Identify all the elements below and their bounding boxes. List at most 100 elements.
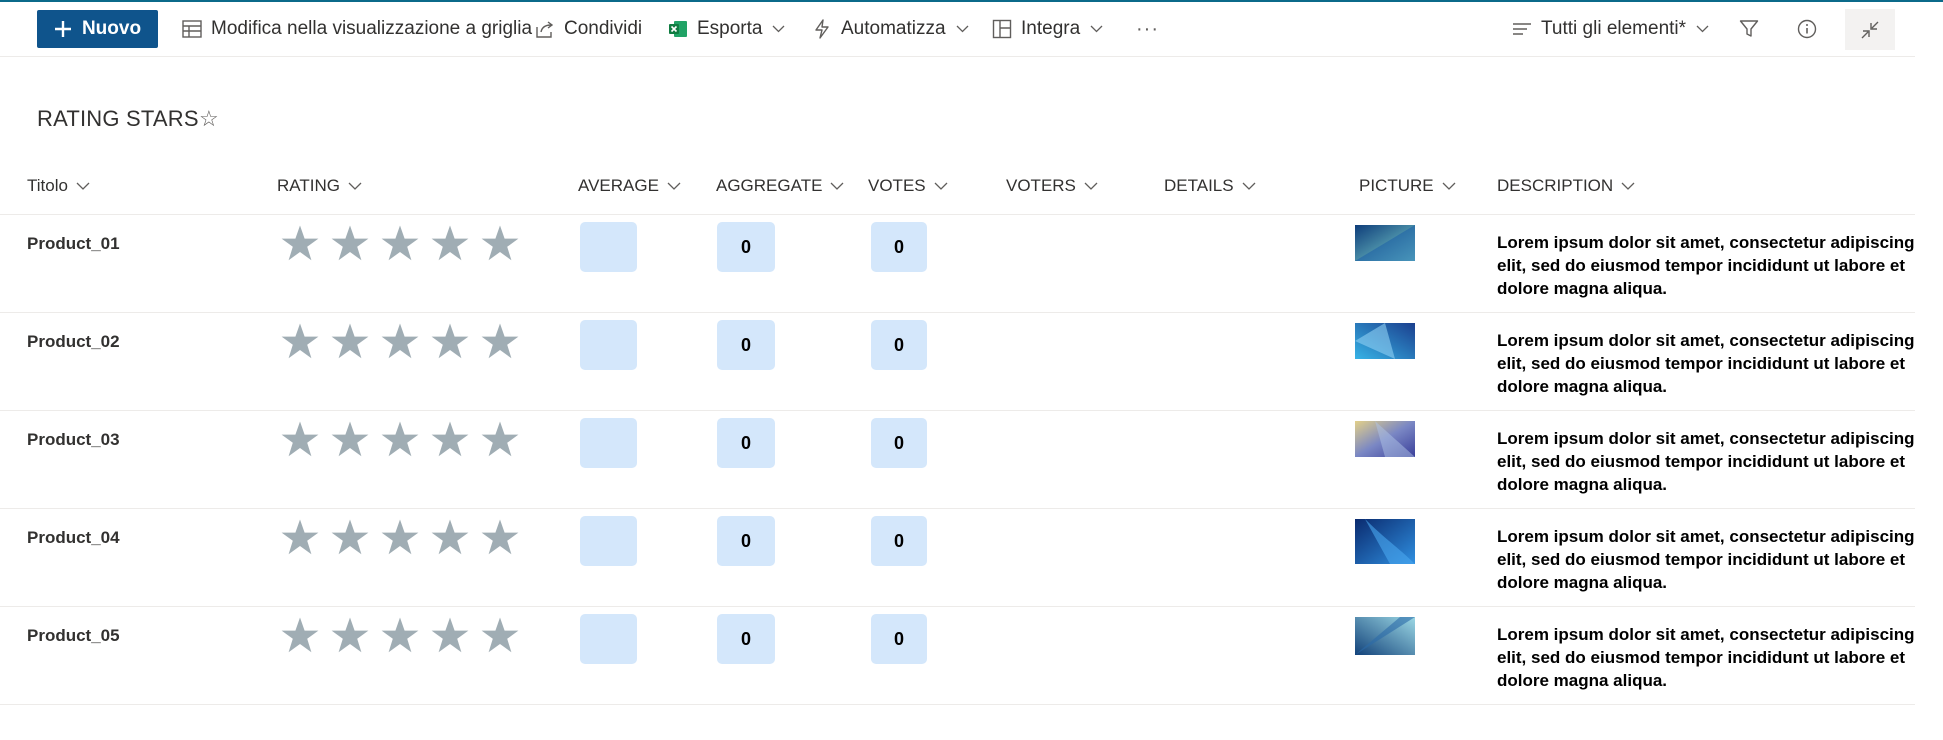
share-button[interactable]: Condividi bbox=[535, 2, 642, 56]
page-title: RATING STARS bbox=[37, 106, 199, 131]
column-header-rating[interactable]: RATING bbox=[277, 176, 362, 196]
rating-star[interactable] bbox=[475, 318, 525, 364]
star-icon bbox=[381, 421, 419, 457]
automate-button[interactable]: Automatizza bbox=[812, 2, 969, 56]
grid-icon bbox=[182, 20, 202, 38]
star-icon bbox=[481, 519, 519, 555]
info-button[interactable] bbox=[1797, 2, 1817, 56]
rating-stars[interactable] bbox=[275, 514, 525, 560]
rating-star[interactable] bbox=[425, 514, 475, 560]
rating-star[interactable] bbox=[275, 514, 325, 560]
rating-star[interactable] bbox=[325, 220, 375, 266]
row-description: Lorem ipsum dolor sit amet, consectetur … bbox=[1497, 527, 1915, 592]
column-header-label: PICTURE bbox=[1359, 176, 1434, 195]
rating-star[interactable] bbox=[375, 416, 425, 462]
column-header-voters[interactable]: VOTERS bbox=[1006, 176, 1098, 196]
export-button[interactable]: Esporta bbox=[668, 2, 785, 56]
rating-star[interactable] bbox=[425, 416, 475, 462]
rating-stars[interactable] bbox=[275, 416, 525, 462]
picture-thumbnail[interactable] bbox=[1355, 421, 1415, 457]
table-row[interactable]: Product_05 0 0 Lorem ipsum dolor sit amet, … bbox=[0, 607, 1915, 705]
rating-star[interactable] bbox=[475, 612, 525, 658]
chevron-down-icon bbox=[1442, 182, 1456, 190]
row-title[interactable]: Product_01 bbox=[27, 234, 120, 254]
rating-stars[interactable] bbox=[275, 220, 525, 266]
column-header-average[interactable]: AVERAGE bbox=[578, 176, 681, 196]
favorite-star-icon[interactable]: ☆ bbox=[199, 106, 219, 132]
aggregate-value: 0 bbox=[717, 516, 775, 566]
rating-star[interactable] bbox=[425, 220, 475, 266]
rating-star[interactable] bbox=[275, 220, 325, 266]
picture-thumbnail[interactable] bbox=[1355, 519, 1415, 564]
average-value bbox=[580, 222, 637, 272]
chevron-down-icon bbox=[773, 25, 785, 33]
star-icon bbox=[481, 421, 519, 457]
rating-star[interactable] bbox=[325, 416, 375, 462]
rating-star[interactable] bbox=[375, 318, 425, 364]
integrate-button[interactable]: Integra bbox=[992, 2, 1103, 56]
chevron-down-icon bbox=[348, 182, 362, 190]
rating-star[interactable] bbox=[475, 220, 525, 266]
picture-thumbnail[interactable] bbox=[1355, 225, 1415, 261]
add-icon bbox=[54, 21, 71, 37]
table-row[interactable]: Product_04 0 0 Lorem ipsum dolor sit amet, … bbox=[0, 509, 1915, 607]
rating-star[interactable] bbox=[425, 612, 475, 658]
rating-star[interactable] bbox=[475, 416, 525, 462]
more-icon[interactable]: ··· bbox=[1136, 2, 1159, 56]
table-row[interactable]: Product_03 0 0 Lorem ipsum dolor sit amet, … bbox=[0, 411, 1915, 509]
picture-thumbnail[interactable] bbox=[1355, 617, 1415, 655]
column-header-titolo[interactable]: Titolo bbox=[27, 176, 90, 196]
filter-button[interactable] bbox=[1739, 2, 1759, 56]
integrate-label: Integra bbox=[1021, 18, 1081, 39]
rating-star[interactable] bbox=[375, 220, 425, 266]
chevron-down-icon bbox=[667, 182, 681, 190]
rating-star[interactable] bbox=[425, 318, 475, 364]
average-value bbox=[580, 320, 637, 370]
star-icon bbox=[281, 225, 319, 261]
average-value bbox=[580, 516, 637, 566]
grid-edit-button[interactable]: Modifica nella visualizzazione a griglia bbox=[182, 2, 532, 56]
star-icon bbox=[331, 519, 369, 555]
star-icon bbox=[431, 519, 469, 555]
column-header-label: DESCRIPTION bbox=[1497, 176, 1614, 195]
collapse-button[interactable] bbox=[1845, 9, 1895, 50]
rating-star[interactable] bbox=[375, 612, 425, 658]
chevron-down-icon bbox=[1242, 182, 1256, 190]
column-header-picture[interactable]: PICTURE bbox=[1359, 176, 1456, 196]
rating-star[interactable] bbox=[325, 514, 375, 560]
rating-stars[interactable] bbox=[275, 612, 525, 658]
rating-star[interactable] bbox=[475, 514, 525, 560]
view-selector-label: Tutti gli elementi* bbox=[1541, 18, 1687, 39]
rating-star[interactable] bbox=[275, 318, 325, 364]
chevron-down-icon bbox=[76, 182, 90, 190]
star-icon bbox=[331, 421, 369, 457]
column-header-label: AVERAGE bbox=[578, 176, 659, 195]
row-title[interactable]: Product_04 bbox=[27, 528, 120, 548]
table-row[interactable]: Product_02 0 0 Lorem ipsum dolor sit amet, … bbox=[0, 313, 1915, 411]
rating-star[interactable] bbox=[325, 612, 375, 658]
rating-star[interactable] bbox=[275, 416, 325, 462]
chevron-down-icon bbox=[956, 25, 969, 33]
row-title[interactable]: Product_05 bbox=[27, 626, 120, 646]
rating-stars[interactable] bbox=[275, 318, 525, 364]
star-icon bbox=[281, 421, 319, 457]
chevron-down-icon bbox=[1696, 25, 1709, 33]
table-row[interactable]: Product_01 0 0 Lorem ipsum dolor sit amet, … bbox=[0, 215, 1915, 313]
column-header-votes[interactable]: VOTES bbox=[868, 176, 948, 196]
rating-star[interactable] bbox=[275, 612, 325, 658]
picture-thumbnail[interactable] bbox=[1355, 323, 1415, 359]
view-selector[interactable]: Tutti gli elementi* bbox=[1512, 2, 1709, 56]
column-header-description[interactable]: DESCRIPTION bbox=[1497, 176, 1635, 196]
column-header-aggregate[interactable]: AGGREGATE bbox=[716, 176, 844, 196]
row-title[interactable]: Product_03 bbox=[27, 430, 120, 450]
column-header-label: RATING bbox=[277, 176, 340, 195]
column-header-label: AGGREGATE bbox=[716, 176, 823, 195]
rating-star[interactable] bbox=[325, 318, 375, 364]
column-header-details[interactable]: DETAILS bbox=[1164, 176, 1256, 196]
rating-star[interactable] bbox=[375, 514, 425, 560]
new-button[interactable]: Nuovo bbox=[37, 10, 158, 48]
column-header-label: Titolo bbox=[27, 176, 68, 195]
row-description: Lorem ipsum dolor sit amet, consectetur … bbox=[1497, 233, 1915, 298]
star-icon bbox=[431, 617, 469, 653]
row-title[interactable]: Product_02 bbox=[27, 332, 120, 352]
